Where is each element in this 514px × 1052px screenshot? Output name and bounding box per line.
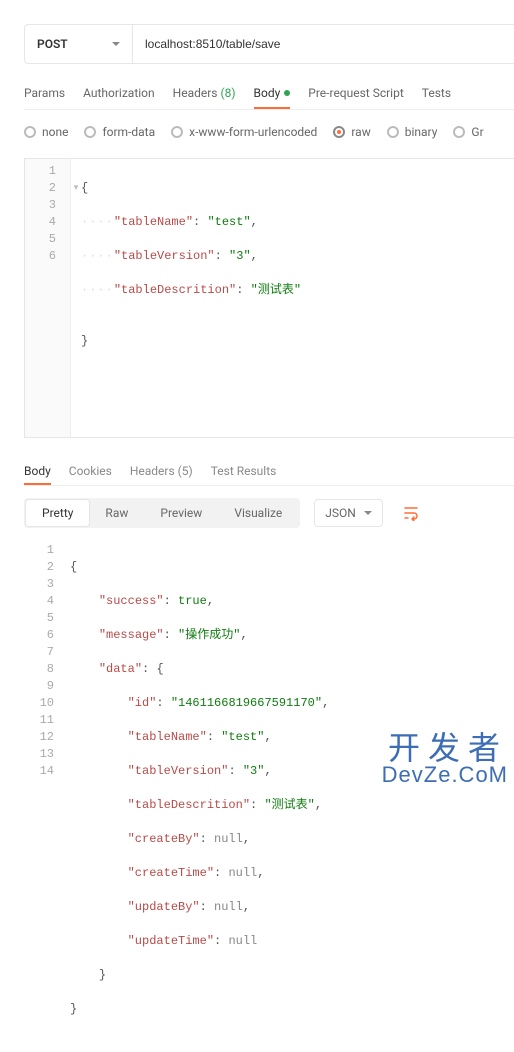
radio-graphql[interactable]: Gr — [453, 125, 483, 139]
response-tab-body[interactable]: Body — [24, 458, 51, 484]
view-mode-segment: Pretty Raw Preview Visualize — [24, 498, 300, 528]
tab-prerequest[interactable]: Pre-request Script — [308, 78, 403, 108]
response-tab-results[interactable]: Test Results — [211, 458, 277, 484]
view-pretty[interactable]: Pretty — [26, 500, 89, 526]
response-code-area[interactable]: { "success": true, "message": "操作成功", "d… — [66, 538, 514, 1052]
body-type-row: none form-data x-www-form-urlencoded raw… — [24, 120, 514, 144]
response-body-editor[interactable]: 1 2 3 4 5 6 7 8 9 10 11 12 13 14 { "succ… — [24, 538, 514, 1052]
response-line-gutter: 1 2 3 4 5 6 7 8 9 10 11 12 13 14 — [24, 538, 66, 1052]
method-label: POST — [37, 37, 68, 51]
response-tab-cookies[interactable]: Cookies — [69, 458, 112, 484]
language-select[interactable]: JSON — [314, 499, 383, 527]
radio-none[interactable]: none — [24, 125, 68, 139]
request-url-bar: POST — [24, 24, 514, 64]
response-tab-headers[interactable]: Headers (5) — [130, 458, 193, 484]
code-area[interactable]: ▾{ ····"tableName": "test", ····"tableVe… — [71, 159, 514, 437]
method-select[interactable]: POST — [25, 25, 133, 63]
view-preview[interactable]: Preview — [144, 500, 218, 526]
request-body-editor[interactable]: 1 2 3 4 5 6 ▾{ ····"tableName": "test", … — [24, 158, 514, 438]
tab-body[interactable]: Body — [254, 78, 291, 108]
tab-authorization[interactable]: Authorization — [83, 78, 155, 108]
modified-dot-icon — [284, 90, 290, 96]
response-tabs: Body Cookies Headers (5) Test Results — [24, 456, 514, 486]
chevron-down-icon — [112, 42, 120, 46]
response-view-row: Pretty Raw Preview Visualize JSON — [24, 498, 514, 528]
line-gutter: 1 2 3 4 5 6 — [25, 159, 71, 437]
radio-formdata[interactable]: form-data — [84, 125, 155, 139]
tab-headers[interactable]: Headers (8) — [173, 78, 236, 108]
radio-urlencoded[interactable]: x-www-form-urlencoded — [171, 125, 317, 139]
wrap-lines-icon[interactable] — [397, 499, 425, 527]
view-raw[interactable]: Raw — [89, 500, 144, 526]
chevron-down-icon — [364, 511, 372, 515]
radio-binary[interactable]: binary — [387, 125, 438, 139]
tab-tests[interactable]: Tests — [422, 78, 451, 108]
url-input[interactable] — [133, 37, 514, 51]
request-tabs: Params Authorization Headers (8) Body Pr… — [24, 76, 514, 110]
tab-params[interactable]: Params — [24, 78, 65, 108]
view-visualize[interactable]: Visualize — [218, 500, 298, 526]
radio-raw[interactable]: raw — [333, 125, 370, 139]
